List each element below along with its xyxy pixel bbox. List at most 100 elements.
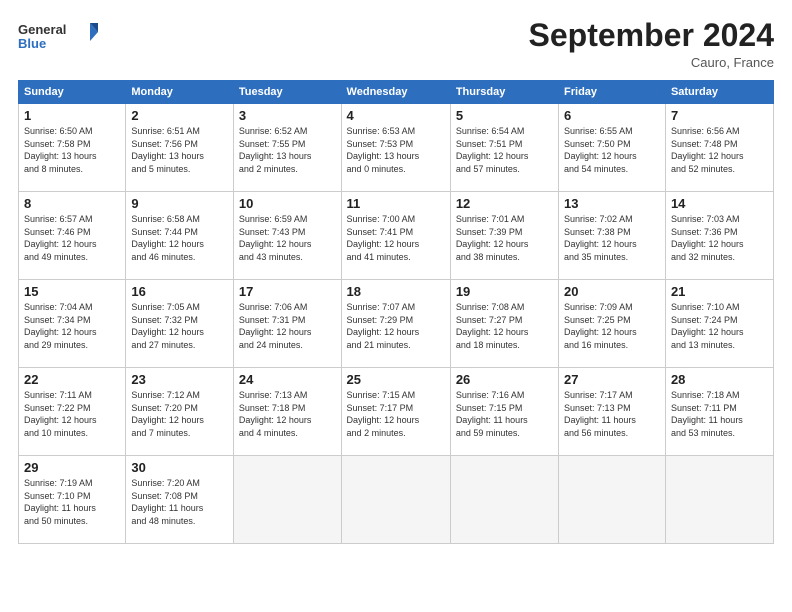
day-info: Sunrise: 6:56 AM Sunset: 7:48 PM Dayligh… xyxy=(671,125,768,175)
col-monday: Monday xyxy=(126,81,234,104)
calendar-cell: 6 Sunrise: 6:55 AM Sunset: 7:50 PM Daylig… xyxy=(559,104,666,192)
logo-svg: General Blue xyxy=(18,18,98,60)
day-info: Sunrise: 6:52 AM Sunset: 7:55 PM Dayligh… xyxy=(239,125,336,175)
day-info: Sunrise: 7:08 AM Sunset: 7:27 PM Dayligh… xyxy=(456,301,553,351)
day-info: Sunrise: 7:03 AM Sunset: 7:36 PM Dayligh… xyxy=(671,213,768,263)
calendar-cell: 14 Sunrise: 7:03 AM Sunset: 7:36 PM Dayli… xyxy=(665,192,773,280)
day-number: 22 xyxy=(24,372,120,387)
calendar-cell: 4 Sunrise: 6:53 AM Sunset: 7:53 PM Daylig… xyxy=(341,104,450,192)
calendar-cell: 7 Sunrise: 6:56 AM Sunset: 7:48 PM Daylig… xyxy=(665,104,773,192)
col-sunday: Sunday xyxy=(19,81,126,104)
calendar-week-5: 29 Sunrise: 7:19 AM Sunset: 7:10 PM Dayli… xyxy=(19,456,774,544)
calendar-cell: 11 Sunrise: 7:00 AM Sunset: 7:41 PM Dayli… xyxy=(341,192,450,280)
day-number: 25 xyxy=(347,372,445,387)
day-info: Sunrise: 7:05 AM Sunset: 7:32 PM Dayligh… xyxy=(131,301,228,351)
calendar-cell: 12 Sunrise: 7:01 AM Sunset: 7:39 PM Dayli… xyxy=(450,192,558,280)
day-info: Sunrise: 7:07 AM Sunset: 7:29 PM Dayligh… xyxy=(347,301,445,351)
calendar-cell: 17 Sunrise: 7:06 AM Sunset: 7:31 PM Dayli… xyxy=(233,280,341,368)
calendar-table: Sunday Monday Tuesday Wednesday Thursday… xyxy=(18,80,774,544)
calendar-cell: 1 Sunrise: 6:50 AM Sunset: 7:58 PM Daylig… xyxy=(19,104,126,192)
calendar-cell: 5 Sunrise: 6:54 AM Sunset: 7:51 PM Daylig… xyxy=(450,104,558,192)
calendar-cell: 8 Sunrise: 6:57 AM Sunset: 7:46 PM Daylig… xyxy=(19,192,126,280)
day-info: Sunrise: 7:20 AM Sunset: 7:08 PM Dayligh… xyxy=(131,477,228,527)
calendar-cell: 20 Sunrise: 7:09 AM Sunset: 7:25 PM Dayli… xyxy=(559,280,666,368)
day-info: Sunrise: 6:59 AM Sunset: 7:43 PM Dayligh… xyxy=(239,213,336,263)
calendar-header-row: Sunday Monday Tuesday Wednesday Thursday… xyxy=(19,81,774,104)
day-number: 21 xyxy=(671,284,768,299)
calendar-cell xyxy=(341,456,450,544)
day-info: Sunrise: 7:00 AM Sunset: 7:41 PM Dayligh… xyxy=(347,213,445,263)
day-number: 5 xyxy=(456,108,553,123)
location: Cauro, France xyxy=(529,55,774,70)
day-info: Sunrise: 7:16 AM Sunset: 7:15 PM Dayligh… xyxy=(456,389,553,439)
col-tuesday: Tuesday xyxy=(233,81,341,104)
day-info: Sunrise: 7:18 AM Sunset: 7:11 PM Dayligh… xyxy=(671,389,768,439)
calendar-cell: 23Sunrise: 7:12 AM Sunset: 7:20 PM Dayli… xyxy=(126,368,234,456)
day-number: 13 xyxy=(564,196,660,211)
day-number: 8 xyxy=(24,196,120,211)
col-saturday: Saturday xyxy=(665,81,773,104)
day-number: 11 xyxy=(347,196,445,211)
calendar-cell: 26Sunrise: 7:16 AM Sunset: 7:15 PM Dayli… xyxy=(450,368,558,456)
day-info: Sunrise: 6:55 AM Sunset: 7:50 PM Dayligh… xyxy=(564,125,660,175)
day-info: Sunrise: 7:04 AM Sunset: 7:34 PM Dayligh… xyxy=(24,301,120,351)
day-info: Sunrise: 7:19 AM Sunset: 7:10 PM Dayligh… xyxy=(24,477,120,527)
day-number: 3 xyxy=(239,108,336,123)
day-info: Sunrise: 7:11 AM Sunset: 7:22 PM Dayligh… xyxy=(24,389,120,439)
day-number: 16 xyxy=(131,284,228,299)
day-info: Sunrise: 7:06 AM Sunset: 7:31 PM Dayligh… xyxy=(239,301,336,351)
day-number: 2 xyxy=(131,108,228,123)
month-title: September 2024 xyxy=(529,18,774,53)
day-number: 4 xyxy=(347,108,445,123)
svg-text:General: General xyxy=(18,22,66,37)
day-info: Sunrise: 6:51 AM Sunset: 7:56 PM Dayligh… xyxy=(131,125,228,175)
calendar-cell: 28 Sunrise: 7:18 AM Sunset: 7:11 PM Dayli… xyxy=(665,368,773,456)
calendar-week-4: 22 Sunrise: 7:11 AM Sunset: 7:22 PM Dayli… xyxy=(19,368,774,456)
svg-text:Blue: Blue xyxy=(18,36,46,51)
calendar-week-3: 15 Sunrise: 7:04 AM Sunset: 7:34 PM Dayli… xyxy=(19,280,774,368)
calendar-cell: 16 Sunrise: 7:05 AM Sunset: 7:32 PM Dayli… xyxy=(126,280,234,368)
calendar-week-2: 8 Sunrise: 6:57 AM Sunset: 7:46 PM Daylig… xyxy=(19,192,774,280)
day-info: Sunrise: 7:17 AM Sunset: 7:13 PM Dayligh… xyxy=(564,389,660,439)
day-number: 7 xyxy=(671,108,768,123)
calendar-cell: 27Sunrise: 7:17 AM Sunset: 7:13 PM Dayli… xyxy=(559,368,666,456)
calendar-cell: 25Sunrise: 7:15 AM Sunset: 7:17 PM Dayli… xyxy=(341,368,450,456)
day-number: 14 xyxy=(671,196,768,211)
day-info: Sunrise: 7:12 AM Sunset: 7:20 PM Dayligh… xyxy=(131,389,228,439)
day-number: 18 xyxy=(347,284,445,299)
day-number: 1 xyxy=(24,108,120,123)
calendar-cell: 3 Sunrise: 6:52 AM Sunset: 7:55 PM Daylig… xyxy=(233,104,341,192)
day-number: 10 xyxy=(239,196,336,211)
page: General Blue September 2024 Cauro, Franc… xyxy=(0,0,792,612)
title-block: September 2024 Cauro, France xyxy=(529,18,774,70)
day-number: 9 xyxy=(131,196,228,211)
calendar-cell: 2 Sunrise: 6:51 AM Sunset: 7:56 PM Daylig… xyxy=(126,104,234,192)
calendar-cell: 21Sunrise: 7:10 AM Sunset: 7:24 PM Dayli… xyxy=(665,280,773,368)
day-info: Sunrise: 6:50 AM Sunset: 7:58 PM Dayligh… xyxy=(24,125,120,175)
day-info: Sunrise: 6:57 AM Sunset: 7:46 PM Dayligh… xyxy=(24,213,120,263)
calendar-cell: 29 Sunrise: 7:19 AM Sunset: 7:10 PM Dayli… xyxy=(19,456,126,544)
day-info: Sunrise: 7:02 AM Sunset: 7:38 PM Dayligh… xyxy=(564,213,660,263)
day-number: 20 xyxy=(564,284,660,299)
day-number: 15 xyxy=(24,284,120,299)
col-friday: Friday xyxy=(559,81,666,104)
calendar-week-1: 1 Sunrise: 6:50 AM Sunset: 7:58 PM Daylig… xyxy=(19,104,774,192)
calendar-cell: 19Sunrise: 7:08 AM Sunset: 7:27 PM Dayli… xyxy=(450,280,558,368)
calendar-cell: 10 Sunrise: 6:59 AM Sunset: 7:43 PM Dayli… xyxy=(233,192,341,280)
day-info: Sunrise: 6:54 AM Sunset: 7:51 PM Dayligh… xyxy=(456,125,553,175)
day-number: 12 xyxy=(456,196,553,211)
day-number: 17 xyxy=(239,284,336,299)
day-info: Sunrise: 6:53 AM Sunset: 7:53 PM Dayligh… xyxy=(347,125,445,175)
day-number: 30 xyxy=(131,460,228,475)
day-info: Sunrise: 7:13 AM Sunset: 7:18 PM Dayligh… xyxy=(239,389,336,439)
calendar-cell: 9 Sunrise: 6:58 AM Sunset: 7:44 PM Daylig… xyxy=(126,192,234,280)
calendar-cell: 24 Sunrise: 7:13 AM Sunset: 7:18 PM Dayli… xyxy=(233,368,341,456)
day-info: Sunrise: 7:09 AM Sunset: 7:25 PM Dayligh… xyxy=(564,301,660,351)
day-info: Sunrise: 7:01 AM Sunset: 7:39 PM Dayligh… xyxy=(456,213,553,263)
day-number: 28 xyxy=(671,372,768,387)
day-info: Sunrise: 6:58 AM Sunset: 7:44 PM Dayligh… xyxy=(131,213,228,263)
day-number: 24 xyxy=(239,372,336,387)
day-number: 6 xyxy=(564,108,660,123)
header: General Blue September 2024 Cauro, Franc… xyxy=(18,18,774,70)
day-number: 29 xyxy=(24,460,120,475)
